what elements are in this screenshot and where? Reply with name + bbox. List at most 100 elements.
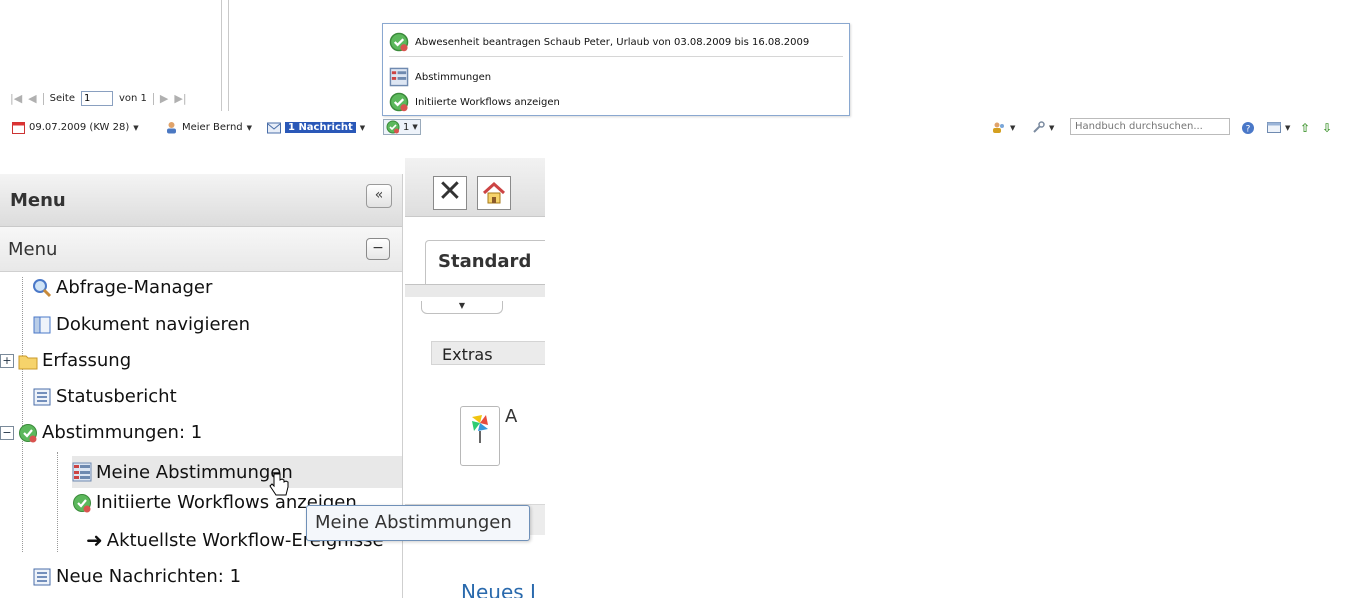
download-button[interactable]: ⇩ (1322, 121, 1332, 135)
chevron-down-icon: ▼ (133, 123, 139, 132)
dropdown-item-label: Abstimmungen (415, 71, 492, 83)
message-icon (267, 122, 281, 134)
chevron-down-icon: ▼ (1049, 123, 1055, 132)
tree-line (22, 277, 23, 552)
view-menu[interactable]: ▼ (1267, 121, 1290, 134)
menu-section-title: Menu (8, 239, 58, 260)
dropdown-item-initiated-workflows[interactable]: Initiierte Workflows anzeigen (389, 92, 560, 112)
tab-strip (405, 284, 545, 297)
menu-item-label: Neue Nachrichten: 1 (56, 566, 242, 587)
workflow-check-icon (19, 423, 37, 442)
column-divider (228, 0, 229, 111)
workflow-check-icon (73, 493, 91, 512)
workflow-button[interactable]: 1 ▼ (383, 119, 421, 135)
menu-header: Menu « (0, 174, 402, 227)
upload-button[interactable]: ⇧ (1300, 121, 1310, 135)
divider (42, 92, 44, 105)
menu-item-label: Statusbericht (56, 386, 177, 407)
prev-page-icon[interactable]: ◀ (28, 92, 36, 105)
dropdown-item-absence[interactable]: Abwesenheit beantragen Schaub Peter, Url… (389, 32, 809, 52)
user-selector[interactable]: Meier Bernd ▼ (165, 121, 252, 134)
menu-section-header: Menu − (0, 227, 402, 272)
chevron-down-icon[interactable]: ▼ (421, 301, 503, 314)
tree-line (57, 452, 58, 552)
dropdown-item-label: Initiierte Workflows anzeigen (415, 96, 560, 108)
content-toolbar: ✕ (405, 158, 545, 217)
workflow-dropdown-menu: Abwesenheit beantragen Schaub Peter, Url… (382, 23, 850, 116)
first-page-icon[interactable]: |◀ (10, 92, 22, 105)
wrench-icon (1033, 121, 1045, 133)
menu-item-label: Abstimmungen: 1 (42, 422, 203, 443)
chevron-down-icon: ▼ (246, 123, 253, 132)
date-selector[interactable]: 09.07.2009 (KW 28) ▼ (12, 121, 139, 134)
hand-cursor-icon (269, 473, 289, 496)
workflow-check-icon (389, 32, 409, 52)
user-label: Meier Bernd (182, 122, 243, 133)
menu-item-neue-nachrichten[interactable]: Neue Nachrichten: 1 (32, 566, 241, 587)
menu-item-dokument-navigieren[interactable]: Dokument navigieren (32, 314, 250, 335)
arrow-down-icon: ⇩ (1322, 121, 1333, 135)
chevron-down-icon: ▼ (1010, 123, 1016, 132)
tools-menu[interactable]: ▼ (1032, 121, 1054, 134)
user-icon (167, 122, 176, 134)
page-label: Seite (49, 93, 75, 104)
menu-item-label: Dokument navigieren (56, 314, 251, 335)
list-grid-icon (389, 67, 409, 87)
extras-section-header: Extras (431, 341, 545, 365)
menu-item-abfrage-manager[interactable]: Abfrage-Manager (32, 277, 212, 298)
menu-item-abstimmungen[interactable]: − Abstimmungen: 1 (0, 422, 202, 443)
dropdown-item-abstimmungen[interactable]: Abstimmungen (389, 67, 491, 87)
calendar-icon (12, 122, 25, 134)
help-button[interactable]: ? (1241, 121, 1255, 135)
help-icon: ? (1242, 122, 1254, 135)
menu-item-label: Abfrage-Manager (56, 277, 213, 298)
close-button[interactable]: ✕ (433, 176, 467, 210)
window-icon (1267, 122, 1281, 133)
tab-standard[interactable]: Standard (425, 240, 545, 284)
collapse-section-button[interactable]: − (366, 238, 390, 260)
pinwheel-button[interactable] (460, 406, 500, 466)
divider (152, 92, 154, 105)
collapse-toggle[interactable]: − (0, 425, 14, 440)
svg-text:?: ? (1246, 125, 1251, 135)
status-toolbar: 09.07.2009 (KW 28) ▼ Meier Bernd ▼ 1 Nac… (0, 114, 1359, 142)
menu-item-label: Meine Abstimmungen (96, 461, 293, 483)
extras-item-label: A (505, 406, 518, 427)
chevron-down-icon: ▼ (359, 123, 366, 132)
list-grid-icon (72, 462, 92, 482)
document-nav-icon (33, 316, 51, 333)
page-input[interactable] (81, 91, 113, 106)
tooltip: Meine Abstimmungen (306, 505, 530, 541)
messages-selector[interactable]: 1 Nachricht ▼ (267, 121, 365, 134)
menu-title: Menu (10, 190, 66, 211)
message-count-badge: 1 Nachricht (285, 122, 356, 133)
users-icon (993, 122, 1004, 133)
workflow-check-icon (386, 120, 400, 134)
magnifier-icon (33, 278, 52, 297)
home-button[interactable] (477, 176, 511, 210)
expand-toggle[interactable]: + (0, 353, 14, 368)
menu-item-erfassung[interactable]: + Erfassung (0, 350, 131, 371)
last-page-icon[interactable]: ▶| (174, 92, 186, 105)
arrow-up-icon: ⇧ (1300, 121, 1311, 135)
chevron-down-icon: ▼ (1285, 123, 1291, 132)
users-menu[interactable]: ▼ (992, 121, 1015, 134)
dropdown-separator (389, 56, 843, 57)
pagination-bar: |◀ ◀ Seite von 1 ▶ ▶| (10, 91, 187, 106)
report-icon (33, 568, 51, 585)
chevron-down-icon: ▼ (412, 123, 418, 131)
folder-icon (18, 355, 38, 369)
pinwheel-icon (472, 415, 488, 443)
menu-item-statusbericht[interactable]: Statusbericht (32, 386, 177, 407)
new-link[interactable]: Neues I (461, 580, 536, 598)
workflow-check-icon (389, 92, 409, 112)
collapse-menu-button[interactable]: « (366, 184, 392, 208)
manual-search-input[interactable] (1070, 118, 1230, 135)
arrow-right-icon: ➜ (86, 528, 103, 552)
page-count-label: von 1 (119, 93, 147, 104)
menu-item-meine-abstimmungen[interactable]: Meine Abstimmungen (72, 456, 402, 488)
workflow-count: 1 (403, 121, 410, 133)
home-icon (482, 181, 506, 204)
menu-item-label: Erfassung (42, 350, 132, 371)
next-page-icon[interactable]: ▶ (160, 92, 168, 105)
